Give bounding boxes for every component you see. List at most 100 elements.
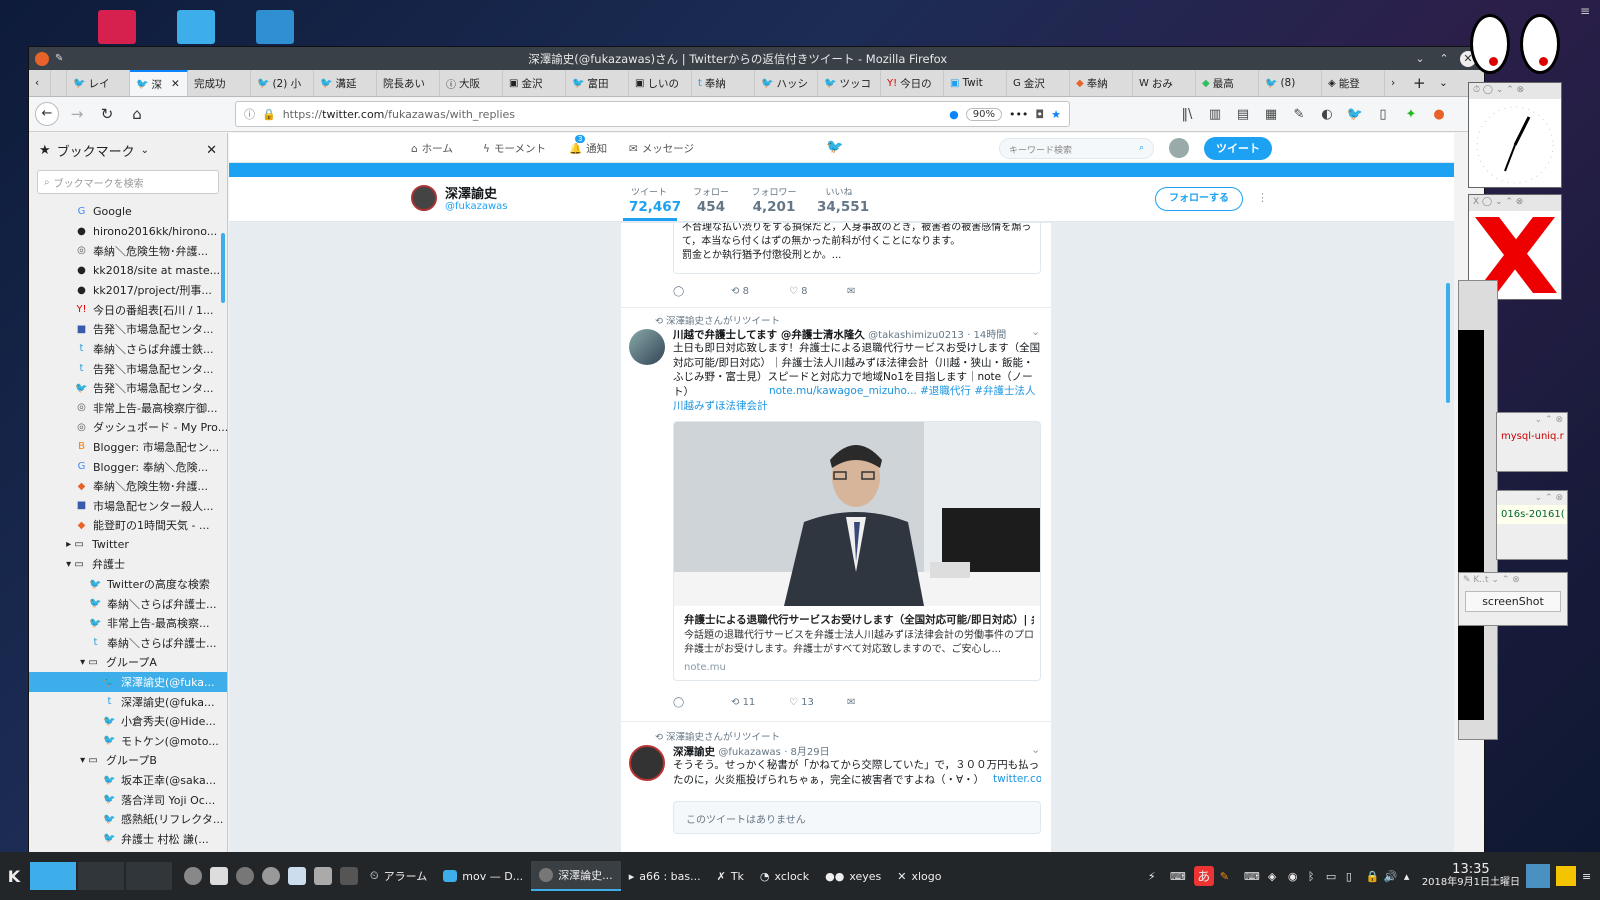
tab[interactable]: 🐦 レイ [67, 70, 130, 96]
grid-icon[interactable]: ▦ [1260, 107, 1282, 122]
maximize-icon[interactable]: ⌃ [1436, 51, 1452, 67]
bookmark-item[interactable]: t 奉納＼さらば弁護士鉄... [29, 339, 227, 359]
show-desktop-icon[interactable] [1526, 864, 1550, 888]
screenshot-button[interactable]: screenShot [1465, 591, 1561, 612]
bookmark-item[interactable]: ◎ 非常上告-最高検察庁御... [29, 398, 227, 418]
bookmark-item[interactable]: ● kk2017/project/刑事... [29, 280, 227, 300]
tab[interactable]: 院長あい [377, 70, 440, 96]
tab-scroll-left[interactable]: ‹ [29, 70, 51, 96]
bookmark-item[interactable]: G Blogger: 奉納＼危険... [29, 457, 227, 477]
stat-likes[interactable]: いいね 34,551 [817, 185, 869, 215]
library-icon[interactable]: ‖\ [1176, 107, 1198, 122]
tab[interactable]: Y! 今日の [881, 70, 944, 96]
bluetooth-icon[interactable]: ᛒ [1308, 870, 1320, 883]
user-avatar[interactable] [1169, 138, 1189, 158]
desktop-folder-icon[interactable] [256, 10, 294, 44]
home-button[interactable]: ⌂ [125, 102, 149, 126]
tweet-author[interactable]: 川越で弁護士してます @弁護士清水隆久 @takashimizu0213 · 1… [673, 326, 1006, 342]
tab[interactable]: ◈ 能登 [1322, 70, 1385, 96]
kde-menu-icon[interactable]: K [0, 867, 28, 886]
notes-icon[interactable] [1556, 866, 1576, 886]
page-scrollbar[interactable] [1446, 283, 1450, 403]
document-launcher-icon[interactable] [210, 867, 228, 885]
like-button[interactable]: ♡ 13 [789, 697, 847, 708]
task-xclock[interactable]: ◔ xclock [752, 861, 817, 891]
tweet-author[interactable]: 深澤諭史 @fukazawas · 8月29日 [673, 743, 830, 759]
profile-handle[interactable]: @fukazawas [445, 201, 508, 212]
zoom-level[interactable]: 90% [965, 107, 1002, 121]
bookmark-item[interactable]: t 深澤諭史(@fuka... [29, 692, 227, 712]
tab[interactable]: ▣ Twit [944, 70, 1007, 96]
nav-messages[interactable]: ✉ メッセージ [629, 141, 694, 156]
task-konsole[interactable]: ▸ a66 : bas... [621, 861, 709, 891]
firefox-launcher-icon[interactable] [184, 867, 202, 885]
task-xlogo[interactable]: ✕ xlogo [889, 861, 949, 891]
retweet-button[interactable]: ⟲ 11 [731, 697, 789, 708]
tab[interactable]: ◆ 奉納 [1070, 70, 1133, 96]
tweet-avatar[interactable] [629, 745, 665, 781]
tab[interactable]: 🐦 富田 [566, 70, 629, 96]
bookmark-item[interactable]: ■ 告発＼市場急配センタ... [29, 320, 227, 340]
pin-icon[interactable]: ✎ [55, 53, 63, 64]
dm-icon[interactable]: ✉ [847, 697, 905, 708]
like-button[interactable]: ♡ 8 [789, 286, 847, 297]
bookmark-item[interactable]: 🐦 感熱紙(リフレクタ... [29, 809, 227, 829]
twitter-search-input[interactable]: キーワード検索 ⌕ [999, 138, 1154, 159]
dm-icon[interactable]: ✉ [847, 286, 905, 297]
bookmark-item[interactable]: t 奉納＼さらば弁護士... [29, 633, 227, 653]
status-icon[interactable]: ◉ [1288, 870, 1302, 883]
bookmark-item[interactable]: ◎ 奉納＼危険生物･弁護... [29, 241, 227, 261]
follow-button[interactable]: フォローする [1155, 187, 1243, 211]
tab[interactable]: 🐦 (2) 小 [251, 70, 314, 96]
pager-desktop-1[interactable] [30, 862, 76, 890]
tweet[interactable]: 不合理な払い渋りをする損保だと，人身事故のとき，被害者の被害感情を煽って，本当な… [621, 223, 1051, 308]
lock-tray-icon[interactable]: 🔒 [1366, 870, 1380, 883]
bookmark-item[interactable]: 🐦 モトケン(@moto... [29, 731, 227, 751]
tab[interactable]: W おみ [1133, 70, 1196, 96]
xclock-window[interactable]: ⏱ ◯ ⌄ ⌃ ⊗ [1468, 82, 1562, 188]
bookmark-item[interactable]: ▾ ▭ グループB [29, 751, 227, 771]
stat-following[interactable]: フォロー 454 [691, 185, 731, 215]
clipboard-tray-icon[interactable]: ▯ [1346, 870, 1360, 883]
window-fragment-2[interactable]: ⌄ ⌃ ⊗ 016s-20161( [1496, 490, 1568, 560]
bookmark-item[interactable]: Y! 今日の番組表[石川 / 1... [29, 300, 227, 320]
tab-active[interactable]: 🐦 深 ✕ [130, 70, 188, 96]
stat-followers[interactable]: フォロワー 4,201 [749, 185, 799, 215]
bookmark-item[interactable]: ◆ 能登町の1時間天気 - ... [29, 516, 227, 536]
twitter-ext-icon[interactable]: 🐦 [1344, 107, 1366, 122]
task-firefox[interactable]: 深澤論史... [531, 861, 621, 891]
bookmark-item[interactable]: ■ 市場急配センター殺人... [29, 496, 227, 516]
fox-ext-icon[interactable]: ✦ [1400, 107, 1422, 122]
more-options-icon[interactable]: ⋮ [1257, 191, 1268, 204]
tab-scroll-right[interactable]: › [1385, 70, 1407, 96]
pen-icon[interactable]: ✎ [1288, 107, 1310, 122]
tweet-link[interactable]: twitter.com/redcrab_librar... [673, 772, 1041, 802]
bookmark-item[interactable]: 🐦 小倉秀夫(@Hide... [29, 711, 227, 731]
panel-menu-icon[interactable]: ≡ [1582, 870, 1594, 883]
tweet-button[interactable]: ツイート [1204, 137, 1272, 160]
app-launcher-icon[interactable] [262, 867, 280, 885]
twitter-logo-icon[interactable]: 🐦 [826, 139, 843, 155]
bookmark-star-icon[interactable]: ★ [1051, 108, 1061, 121]
sidebar-scrollbar[interactable] [221, 233, 225, 303]
nav-home[interactable]: ⌂ ホーム [411, 141, 453, 156]
bookmark-item[interactable]: ◎ ダッシュボード - My Pro... [29, 418, 227, 438]
nav-notifications[interactable]: 🔔 3 通知 [569, 135, 607, 156]
reader-icon[interactable]: ▤ [1232, 107, 1254, 122]
dropbox-icon[interactable]: ◈ [1268, 870, 1282, 883]
tab[interactable]: ⓘ 大阪 [440, 70, 503, 96]
pager-desktop-3[interactable] [126, 862, 172, 890]
task-alarm[interactable]: ⏲ アラーム [362, 861, 435, 891]
bookmark-item[interactable]: 🐦 Twitterの高度な検索 [29, 574, 227, 594]
extension-icon[interactable]: ◐ [1316, 107, 1338, 122]
chevron-down-icon[interactable]: ⌄ [141, 145, 149, 156]
tab[interactable] [51, 70, 67, 96]
font-launcher-icon[interactable] [288, 867, 306, 885]
bookmark-item[interactable]: 🐦 深澤諭史(@fuka... [29, 672, 227, 692]
bookmark-item[interactable]: 🐦 告発＼市場急配センタ... [29, 378, 227, 398]
bookmark-item[interactable]: G Google [29, 202, 227, 222]
back-button[interactable]: ← [35, 102, 59, 126]
url-bar[interactable]: ⓘ 🔒 https://twitter.com/fukazawas/with_r… [235, 101, 1070, 127]
tab[interactable]: ▣ 金沢 [503, 70, 566, 96]
tab[interactable]: 🐦 (8) [1259, 70, 1322, 96]
